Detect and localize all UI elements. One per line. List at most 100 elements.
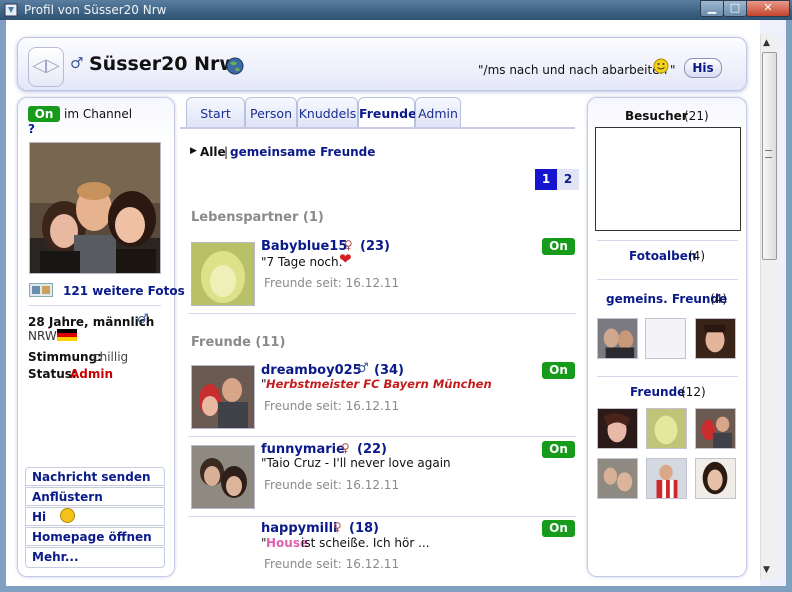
divider [597, 279, 738, 280]
tab-freunde[interactable]: Freunde [358, 97, 417, 129]
friends-link[interactable]: Freunde [630, 385, 685, 399]
friend-quote-rest: ist scheiße. Ich hör ... [301, 536, 430, 550]
friends-count: (12) [681, 385, 706, 399]
photos-icon [29, 283, 53, 297]
page-2-button[interactable]: 2 [557, 169, 579, 190]
channel-help-link[interactable]: ? [28, 122, 35, 136]
whisper-button[interactable]: Anflüstern [25, 487, 165, 506]
germany-flag-icon [57, 329, 77, 341]
male-symbol-icon: ♂ [70, 54, 84, 72]
male-symbol-icon: ♂ [137, 312, 149, 327]
common-friend-thumb[interactable] [695, 318, 736, 359]
common-friends-count: (4) [710, 292, 727, 306]
maximize-button[interactable]: □ [723, 0, 747, 17]
friend-name[interactable]: Babyblue15 [261, 239, 347, 254]
friend-avatar[interactable] [191, 365, 255, 429]
friend-age: (34) [374, 363, 404, 378]
minimize-icon: ▁ [707, 1, 717, 14]
wave-smiley-icon [60, 508, 76, 523]
filter-common-link[interactable]: gemeinsame Freunde [230, 145, 375, 159]
his-button-label: His [692, 61, 714, 75]
filter-separator: | [224, 145, 229, 159]
tab-admin[interactable]: Admin [415, 97, 461, 128]
friend-avatar[interactable] [191, 242, 255, 306]
partner-heading: Lebenspartner (1) [191, 210, 324, 225]
window-title: Profil von Süsser20 Nrw [24, 3, 167, 17]
hi-button[interactable]: Hi [25, 507, 165, 526]
friend-thumb[interactable] [695, 408, 736, 449]
status-value: Admin [70, 367, 114, 381]
age-gender: 28 Jahre, männlich [28, 315, 155, 329]
mood-label: Stimmung: [28, 350, 102, 364]
more-button[interactable]: Mehr... [25, 547, 165, 568]
friend-online-badge: On [542, 520, 575, 537]
filter-all-link[interactable]: Alle [200, 145, 226, 159]
friend-online-badge: On [542, 238, 575, 255]
smiley-icon [653, 58, 669, 74]
photo-albums-count: (4) [688, 249, 705, 263]
open-homepage-button[interactable]: Homepage öffnen [25, 527, 165, 546]
scroll-up-icon[interactable]: ▲ [763, 38, 770, 48]
friend-age: (18) [349, 521, 379, 536]
friend-since: Freunde seit: 16.12.11 [264, 478, 400, 492]
photo-albums-link[interactable]: Fotoalben [629, 249, 696, 263]
status-message: "/ms nach und nach abarbeiten [478, 63, 668, 77]
close-button[interactable]: ✕ [746, 0, 790, 17]
friend-since: Freunde seit: 16.12.11 [264, 399, 400, 413]
friend-avatar[interactable] [191, 445, 255, 509]
female-symbol-icon: ♀ [333, 520, 342, 534]
friend-quote-highlight: Herbstmeister FC Bayern München [266, 377, 492, 391]
friend-age: (23) [360, 239, 390, 254]
friend-online-badge: On [542, 362, 575, 379]
his-button[interactable]: His [684, 58, 722, 78]
visitors-label[interactable]: Besucher [625, 109, 688, 123]
friend-quote: "7 Tage noch. [261, 255, 343, 269]
friend-thumb[interactable] [695, 458, 736, 499]
scroll-grip-icon [765, 150, 772, 158]
friend-online-badge: On [542, 441, 575, 458]
send-message-button[interactable]: Nachricht senden [25, 467, 165, 486]
mood-value: chillig [93, 350, 129, 364]
tab-knuddels[interactable]: Knuddels [297, 97, 358, 128]
divider [28, 305, 161, 306]
globe-icon [226, 57, 244, 75]
status-message-end: " [670, 63, 676, 77]
tab-person[interactable]: Person [245, 97, 297, 128]
more-photos-link[interactable]: 121 weitere Fotos [63, 284, 185, 298]
common-friend-thumb[interactable] [597, 318, 638, 359]
tab-bar-line [180, 127, 575, 129]
friend-name[interactable]: funnymarie [261, 442, 345, 457]
male-symbol-icon: ♂ [357, 361, 369, 376]
tab-start[interactable]: Start [186, 97, 245, 128]
friend-since: Freunde seit: 16.12.11 [264, 276, 400, 290]
visitors-count: (21) [684, 109, 709, 123]
close-icon: ✕ [763, 1, 773, 14]
friend-thumb[interactable] [597, 458, 638, 499]
friend-age: (22) [357, 442, 387, 457]
profile-photo[interactable] [29, 142, 161, 274]
heart-icon: ❤ [339, 250, 352, 268]
female-symbol-icon: ♀ [341, 441, 350, 455]
collapse-arrows-icon: ◁▷ [32, 55, 60, 76]
region-text: NRW [28, 329, 57, 343]
friend-name[interactable]: happymilli [261, 521, 337, 536]
divider [188, 516, 576, 517]
scroll-down-icon[interactable]: ▼ [763, 565, 770, 575]
minimize-button[interactable]: ▁ [700, 0, 724, 17]
divider [597, 240, 738, 241]
divider [597, 376, 738, 377]
friend-thumb[interactable] [597, 408, 638, 449]
page-1-button[interactable]: 1 [535, 169, 557, 190]
maximize-icon: □ [729, 1, 741, 14]
visitors-box [595, 127, 741, 231]
friend-thumb[interactable] [646, 408, 687, 449]
friend-thumb[interactable] [646, 458, 687, 499]
friend-quote: "Taio Cruz - I'll never love again [261, 456, 451, 470]
friend-name[interactable]: dreamboy025 [261, 363, 362, 378]
nav-toggle-button[interactable]: ◁▷ [28, 47, 64, 87]
profile-name: Süsser20 Nrw [89, 53, 237, 75]
common-friend-thumb-empty [645, 318, 686, 359]
friend-since: Freunde seit: 16.12.11 [264, 557, 400, 571]
friends-heading: Freunde (11) [191, 335, 286, 350]
divider [188, 436, 576, 437]
